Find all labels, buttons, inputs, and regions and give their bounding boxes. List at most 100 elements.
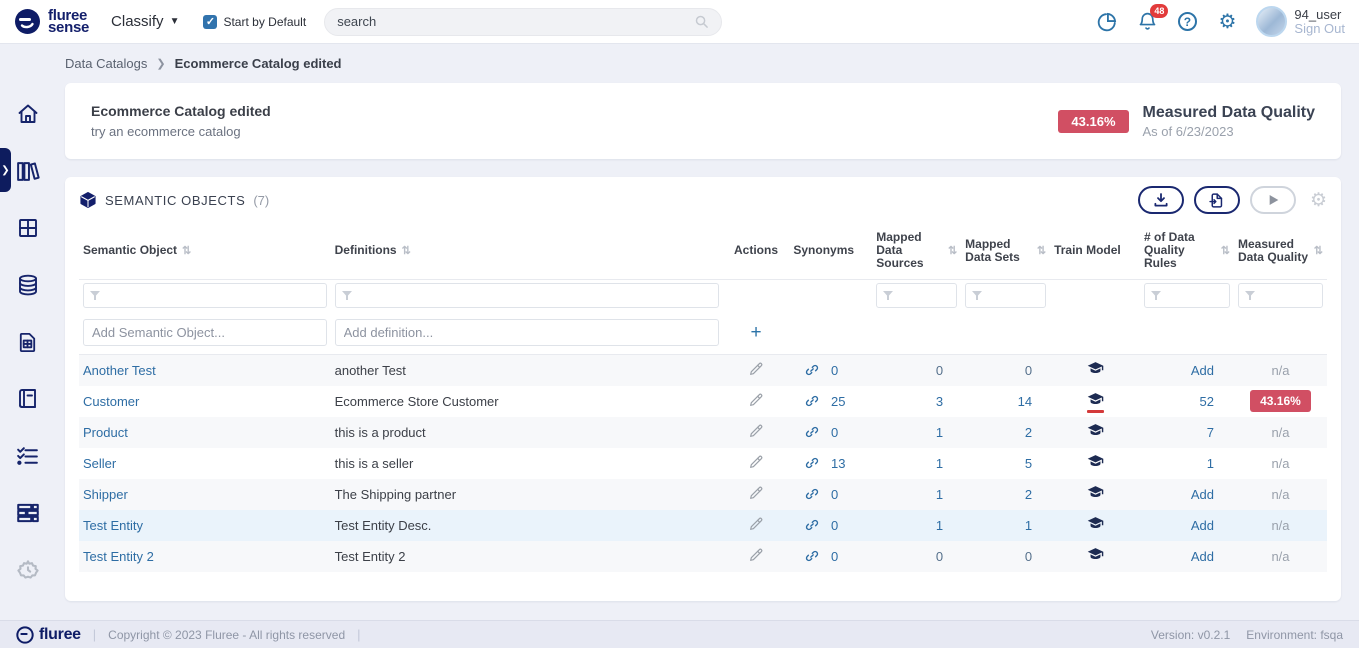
edit-pencil-icon[interactable] — [748, 423, 764, 439]
synonyms-count[interactable]: 13 — [831, 456, 845, 471]
filter-measured-quality[interactable] — [1238, 283, 1323, 308]
user-menu[interactable]: 94_user Sign Out — [1256, 6, 1345, 37]
start-by-default-checkbox[interactable]: ✓ Start by Default — [203, 15, 306, 29]
table-settings-gear-icon[interactable]: ⚙ — [1310, 189, 1327, 212]
edit-pencil-icon[interactable] — [748, 392, 764, 408]
mapped-sources-count[interactable]: 1 — [936, 456, 943, 471]
mapped-sources-count[interactable]: 1 — [936, 487, 943, 502]
link-icon[interactable] — [805, 518, 819, 532]
link-icon[interactable] — [805, 394, 819, 408]
semantic-object-link[interactable]: Seller — [83, 456, 116, 471]
mapped-sets-count[interactable]: 0 — [1025, 549, 1032, 564]
quality-rules-link[interactable]: Add — [1191, 549, 1214, 564]
sidebar-item-database[interactable] — [0, 273, 55, 297]
mapped-sets-count[interactable]: 2 — [1025, 487, 1032, 502]
search-input[interactable] — [337, 14, 694, 29]
semantic-object-link[interactable]: Test Entity 2 — [83, 549, 154, 564]
definition-text: another Test — [335, 363, 406, 378]
semantic-object-link[interactable]: Customer — [83, 394, 139, 409]
chevron-down-icon: ▼ — [170, 16, 180, 27]
quality-rules-link[interactable]: Add — [1191, 487, 1214, 502]
semantic-object-link[interactable]: Test Entity — [83, 518, 143, 533]
synonyms-count[interactable]: 0 — [831, 425, 838, 440]
link-icon[interactable] — [805, 549, 819, 563]
footer-environment: Environment: fsqa — [1246, 628, 1343, 642]
mapped-sets-count[interactable]: 1 — [1025, 518, 1032, 533]
mapped-sets-count[interactable]: 0 — [1025, 363, 1032, 378]
sidebar-item-home[interactable] — [0, 102, 55, 126]
sidebar-item-document[interactable] — [0, 330, 55, 354]
train-model-icon[interactable] — [1087, 546, 1104, 563]
sidebar-item-bricks[interactable] — [0, 501, 55, 525]
train-underline — [1087, 410, 1104, 413]
filter-mapped-data-sources[interactable] — [876, 283, 957, 308]
train-model-icon[interactable] — [1087, 360, 1104, 377]
classify-dropdown[interactable]: Classify ▼ — [111, 13, 179, 30]
add-definition-input[interactable] — [335, 319, 719, 346]
quality-rules-link[interactable]: 52 — [1200, 394, 1214, 409]
quality-rules-link[interactable]: Add — [1191, 518, 1214, 533]
mapped-sets-count[interactable]: 5 — [1025, 456, 1032, 471]
quality-rules-link[interactable]: Add — [1191, 363, 1214, 378]
import-file-button[interactable] — [1194, 186, 1240, 214]
synonyms-count[interactable]: 0 — [831, 363, 838, 378]
filter-semantic-object[interactable] — [83, 283, 327, 308]
edit-pencil-icon[interactable] — [748, 485, 764, 501]
add-row-button[interactable]: + — [727, 322, 786, 344]
breadcrumb-parent-link[interactable]: Data Catalogs — [65, 56, 147, 71]
sort-icon[interactable]: ⇅ — [1314, 244, 1323, 257]
semantic-object-link[interactable]: Shipper — [83, 487, 128, 502]
synonyms-count[interactable]: 0 — [831, 487, 838, 502]
sidebar-item-history[interactable] — [0, 558, 55, 582]
filter-definitions[interactable] — [335, 283, 719, 308]
synonyms-count[interactable]: 25 — [831, 394, 845, 409]
link-icon[interactable] — [805, 425, 819, 439]
edit-pencil-icon[interactable] — [748, 454, 764, 470]
edit-pencil-icon[interactable] — [748, 361, 764, 377]
notifications-bell-icon[interactable]: 48 — [1136, 11, 1158, 33]
link-icon[interactable] — [805, 456, 819, 470]
train-model-icon[interactable] — [1087, 453, 1104, 470]
sidebar-item-grid[interactable] — [0, 216, 55, 240]
link-icon[interactable] — [805, 487, 819, 501]
synonyms-count[interactable]: 0 — [831, 549, 838, 564]
run-button[interactable] — [1250, 186, 1296, 214]
mapped-sets-count[interactable]: 2 — [1025, 425, 1032, 440]
mapped-sources-count[interactable]: 1 — [936, 518, 943, 533]
add-semantic-object-input[interactable] — [83, 319, 327, 346]
edit-pencil-icon[interactable] — [748, 516, 764, 532]
quality-rules-link[interactable]: 7 — [1207, 425, 1214, 440]
mapped-sources-count[interactable]: 3 — [936, 394, 943, 409]
sidebar-item-library[interactable]: ❯ — [0, 159, 55, 183]
avatar[interactable] — [1256, 6, 1287, 37]
semantic-object-link[interactable]: Product — [83, 425, 128, 440]
filter-mapped-data-sets[interactable] — [965, 283, 1046, 308]
edit-pencil-icon[interactable] — [748, 547, 764, 563]
synonyms-count[interactable]: 0 — [831, 518, 838, 533]
mapped-sets-count[interactable]: 14 — [1018, 394, 1032, 409]
settings-gear-icon[interactable]: ⚙ — [1216, 11, 1238, 33]
analytics-pie-icon[interactable] — [1096, 11, 1118, 33]
sort-icon[interactable]: ⇅ — [182, 244, 191, 257]
sidebar-item-book[interactable] — [0, 387, 55, 411]
mapped-sources-count[interactable]: 0 — [936, 549, 943, 564]
filter-quality-rules[interactable] — [1144, 283, 1230, 308]
sort-icon[interactable]: ⇅ — [1037, 244, 1046, 257]
train-model-icon[interactable] — [1087, 391, 1104, 408]
help-icon[interactable]: ? — [1176, 11, 1198, 33]
train-model-icon[interactable] — [1087, 422, 1104, 439]
train-model-icon[interactable] — [1087, 515, 1104, 532]
train-model-icon[interactable] — [1087, 484, 1104, 501]
sort-icon[interactable]: ⇅ — [1221, 244, 1230, 257]
link-icon[interactable] — [805, 363, 819, 377]
sort-icon[interactable]: ⇅ — [948, 244, 957, 257]
sidebar-item-checklist[interactable] — [0, 444, 55, 468]
quality-rules-link[interactable]: 1 — [1207, 456, 1214, 471]
mapped-sources-count[interactable]: 1 — [936, 425, 943, 440]
sign-out-link[interactable]: Sign Out — [1294, 22, 1345, 36]
sort-icon[interactable]: ⇅ — [402, 244, 411, 257]
app-logo[interactable]: fluree sense — [14, 8, 89, 35]
mapped-sources-count[interactable]: 0 — [936, 363, 943, 378]
download-button[interactable] — [1138, 186, 1184, 214]
semantic-object-link[interactable]: Another Test — [83, 363, 156, 378]
